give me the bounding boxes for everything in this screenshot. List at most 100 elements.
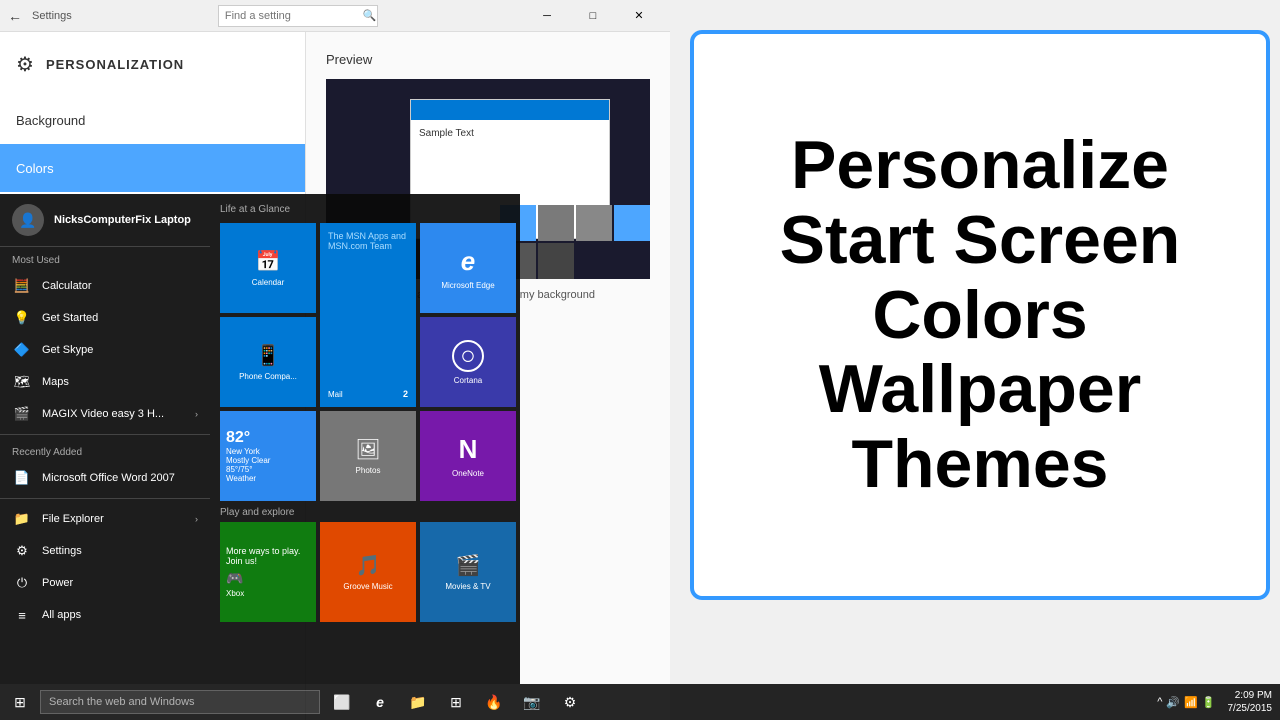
weather-city: New York [226, 447, 260, 456]
tile-more[interactable]: More ways to play. Join us! 🎮 Xbox [220, 522, 316, 622]
most-used-label: Most used [0, 247, 210, 270]
play-explore-label: Play and explore [220, 507, 510, 518]
close-button[interactable]: ✕ [616, 0, 662, 32]
app-label: Power [42, 577, 73, 589]
calendar-icon: 📅 [256, 249, 281, 274]
preview-label: Preview [326, 52, 650, 67]
file-explorer-taskbar-icon[interactable]: 📁 [400, 684, 436, 720]
chevron-right-icon: › [195, 514, 198, 524]
photos-icon: 🖼 [355, 437, 380, 462]
gear-icon: ⚙ [16, 52, 34, 77]
search-icon: 🔍 [359, 9, 381, 22]
preview-window-bar [411, 100, 609, 120]
taskbar-right: ^ 🔊 📶 🔋 2:09 PM 7/25/2015 [1149, 684, 1280, 720]
tile-label: Microsoft Edge [441, 281, 494, 290]
sidebar-item-background[interactable]: Background [0, 96, 305, 144]
onenote-icon: N [459, 434, 478, 465]
task-view-icon[interactable]: ⬜ [324, 684, 360, 720]
taskbar-search-box[interactable] [40, 690, 320, 714]
xbox-brand-label: Xbox [226, 589, 244, 598]
network-icon[interactable]: 📶 [1184, 696, 1198, 709]
sidebar-item-label: Colors [16, 161, 54, 176]
skype-icon: 🔷 [12, 340, 32, 360]
start-menu-left: 👤 NicksComputerFix Laptop Most used 🧮 Ca… [0, 194, 210, 684]
settings-brand: ⚙ PERSONALIZATION [0, 32, 305, 96]
power-icon: ⏻ [12, 573, 32, 593]
clock-date: 7/25/2015 [1228, 702, 1273, 715]
msn-label: The MSN Apps and MSN.com Team [328, 231, 408, 251]
tile-calendar[interactable]: 📅 Calendar [220, 223, 316, 313]
start-app-file-explorer[interactable]: 📁 File Explorer › [0, 503, 210, 535]
brand-title: PERSONALIZATION [46, 57, 184, 72]
tile-onenote[interactable]: N OneNote [420, 411, 516, 501]
mail-badge: 2 [403, 389, 408, 399]
search-input[interactable] [219, 10, 359, 22]
tile-label: Calendar [252, 278, 284, 287]
start-menu: 👤 NicksComputerFix Laptop Most used 🧮 Ca… [0, 194, 520, 684]
start-app-magix[interactable]: 🎬 MAGIX Video easy 3 H... › [0, 398, 210, 430]
start-app-get-started[interactable]: 💡 Get Started [0, 302, 210, 334]
avatar: 👤 [12, 204, 44, 236]
tile-label: Movies & TV [445, 582, 490, 591]
tray-icons: ^ 🔊 📶 🔋 [1157, 696, 1215, 709]
word-icon: 📄 [12, 468, 32, 488]
tile-label: Groove Music [343, 582, 392, 591]
sample-text: Sample Text [419, 128, 474, 139]
start-app-skype[interactable]: 🔷 Get Skype [0, 334, 210, 366]
start-button[interactable]: ⊞ [0, 684, 40, 720]
start-app-word[interactable]: 📄 Microsoft Office Word 2007 [0, 462, 210, 494]
user-name: NicksComputerFix Laptop [54, 214, 191, 226]
tile-label: Photos [356, 466, 381, 475]
groove-icon: 🎵 [356, 553, 381, 578]
xbox-icon: 🎮 [226, 570, 243, 587]
maps-icon: 🗺 [12, 372, 32, 392]
volume-icon[interactable]: 🔊 [1166, 696, 1180, 709]
start-app-all-apps[interactable]: ≡ All apps [0, 599, 210, 631]
annotation-box: PersonalizeStart ScreenColorsWallpaperTh… [690, 30, 1270, 600]
chevron-right-icon: › [195, 409, 198, 419]
battery-icon[interactable]: 🔋 [1202, 696, 1216, 709]
cortana-icon: ○ [452, 340, 484, 372]
tile-groove[interactable]: 🎵 Groove Music [320, 522, 416, 622]
tile-movies[interactable]: 🎬 Movies & TV [420, 522, 516, 622]
app-label: MAGIX Video easy 3 H... [42, 408, 164, 420]
store-taskbar-icon[interactable]: ⊞ [438, 684, 474, 720]
start-app-calculator[interactable]: 🧮 Calculator [0, 270, 210, 302]
divider2 [0, 498, 210, 499]
search-box[interactable]: 🔍 [218, 5, 378, 27]
settings-icon: ⚙ [12, 541, 32, 561]
tile-label: Weather [226, 474, 256, 483]
start-app-settings[interactable]: ⚙ Settings [0, 535, 210, 567]
firefox-taskbar-icon[interactable]: 🔥 [476, 684, 512, 720]
tile-cortana[interactable]: ○ Cortana [420, 317, 516, 407]
tile-weather[interactable]: 82° New York Mostly Clear 85°/75° Weathe… [220, 411, 316, 501]
get-started-icon: 💡 [12, 308, 32, 328]
tile-label: OneNote [452, 469, 484, 478]
start-app-maps[interactable]: 🗺 Maps [0, 366, 210, 398]
taskbar-clock[interactable]: 2:09 PM 7/25/2015 [1228, 689, 1273, 715]
phone-icon: 📱 [256, 343, 281, 368]
back-button[interactable]: ← [8, 8, 22, 24]
weather-desc: Mostly Clear [226, 456, 270, 465]
tile-phone[interactable]: 📱 Phone Compa... [220, 317, 316, 407]
tile-edge[interactable]: e Microsoft Edge [420, 223, 516, 313]
tile-photos[interactable]: 🖼 Photos [320, 411, 416, 501]
clock-time: 2:09 PM [1228, 689, 1273, 702]
show-hidden-icon[interactable]: ^ [1157, 696, 1162, 708]
movies-icon: 🎬 [456, 553, 481, 578]
settings-taskbar-icon[interactable]: ⚙ [552, 684, 588, 720]
minimize-button[interactable]: ─ [524, 0, 570, 32]
recently-added-label: Recently added [0, 439, 210, 462]
file-explorer-icon: 📁 [12, 509, 32, 529]
maximize-button[interactable]: □ [570, 0, 616, 32]
edge-taskbar-icon[interactable]: e [362, 684, 398, 720]
camera-taskbar-icon[interactable]: 📷 [514, 684, 550, 720]
settings-window-title: Settings [32, 10, 72, 22]
app-label: File Explorer [42, 513, 104, 525]
tile-mail[interactable]: The MSN Apps and MSN.com Team Mail 2 [320, 223, 416, 407]
tile-label: Mail [328, 390, 343, 399]
taskbar-search-input[interactable] [49, 696, 311, 708]
start-app-power[interactable]: ⏻ Power [0, 567, 210, 599]
life-glance-label: Life at a Glance [220, 204, 510, 215]
sidebar-item-colors[interactable]: Colors [0, 144, 305, 192]
